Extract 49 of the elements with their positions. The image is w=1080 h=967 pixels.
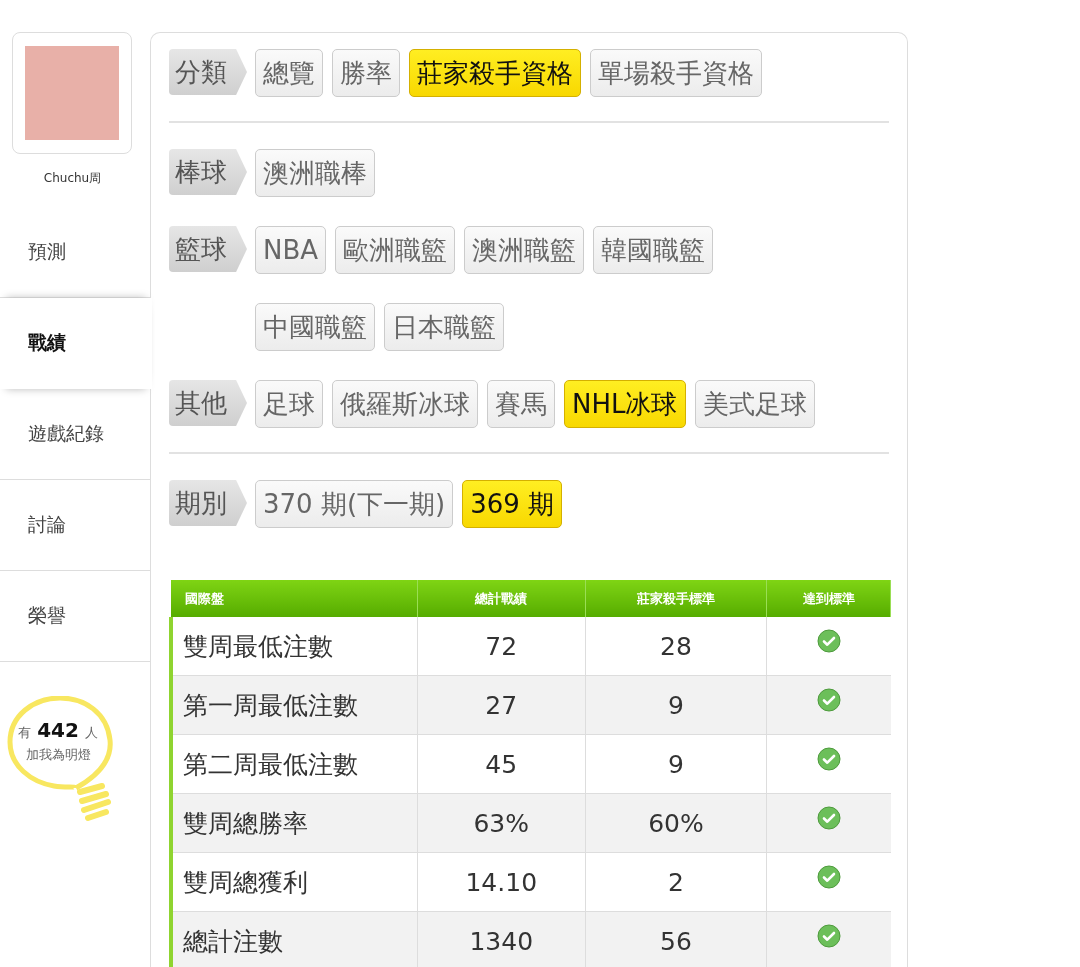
- filter-chip[interactable]: 370 期(下一期): [255, 480, 454, 528]
- table-cell: 1340: [417, 911, 585, 967]
- table-cell: 9: [585, 734, 767, 794]
- filter-chip[interactable]: NBA: [255, 226, 327, 274]
- filter-label: 棒球: [169, 149, 247, 195]
- column-header: 國際盤: [171, 580, 418, 617]
- fans-caption: 加我為明燈: [25, 746, 91, 764]
- fans-suffix: 人: [84, 724, 98, 742]
- filter-chip[interactable]: 勝率: [332, 49, 400, 97]
- column-header: 達到標準: [766, 580, 891, 617]
- filter-chip[interactable]: NHL冰球: [564, 380, 686, 428]
- column-header: 莊家殺手標準: [585, 580, 767, 617]
- filter-chip[interactable]: 日本職籃: [384, 303, 504, 351]
- table-cell: 45: [417, 734, 585, 794]
- filter-label: 分類: [169, 49, 247, 95]
- nav-item[interactable]: 榮譽: [0, 571, 150, 662]
- table-cell: 14.10: [417, 852, 585, 912]
- filter-chip[interactable]: 單場殺手資格: [590, 49, 762, 97]
- filter-chip[interactable]: 賽馬: [487, 380, 555, 428]
- filter-chip[interactable]: 俄羅斯冰球: [332, 380, 478, 428]
- user-name: Chuchu周: [42, 170, 103, 187]
- filter-chip[interactable]: 中國職籃: [255, 303, 375, 351]
- filter-label: 期別: [169, 480, 247, 526]
- fans-prefix: 有: [18, 724, 32, 742]
- nav-item[interactable]: 戰績: [0, 298, 152, 389]
- filter-chip[interactable]: 總覽: [255, 49, 323, 97]
- filter-chip[interactable]: 歐洲職籃: [335, 226, 456, 274]
- filter-chip[interactable]: 足球: [255, 380, 323, 428]
- filter-label: 其他: [169, 380, 247, 426]
- table-cell: 2: [585, 852, 767, 912]
- table-cell: 27: [417, 675, 585, 735]
- filter-chip[interactable]: 澳洲職籃: [464, 226, 585, 274]
- filter-chip[interactable]: 莊家殺手資格: [409, 49, 581, 97]
- column-header: 總計戰績: [417, 580, 585, 617]
- table-cell: 28: [585, 617, 767, 676]
- table-cell: 56: [585, 911, 767, 967]
- table-cell: 72: [417, 617, 585, 676]
- fans-count: 442: [37, 718, 79, 742]
- table-cell: 63%: [417, 793, 585, 853]
- filter-chip[interactable]: 韓國職籃: [593, 226, 714, 274]
- filter-label: 籃球: [169, 226, 247, 272]
- nav-item[interactable]: 遊戲紀錄: [0, 389, 150, 480]
- filter-chip[interactable]: 美式足球: [694, 380, 815, 428]
- table-cell: 總計注數: [171, 911, 418, 967]
- table-cell: 9: [585, 675, 767, 735]
- filter-chip[interactable]: 369 期: [462, 480, 563, 528]
- table-cell: 60%: [585, 793, 767, 853]
- filter-chip[interactable]: 澳洲職棒: [255, 149, 375, 197]
- nav-item[interactable]: 討論: [0, 480, 150, 571]
